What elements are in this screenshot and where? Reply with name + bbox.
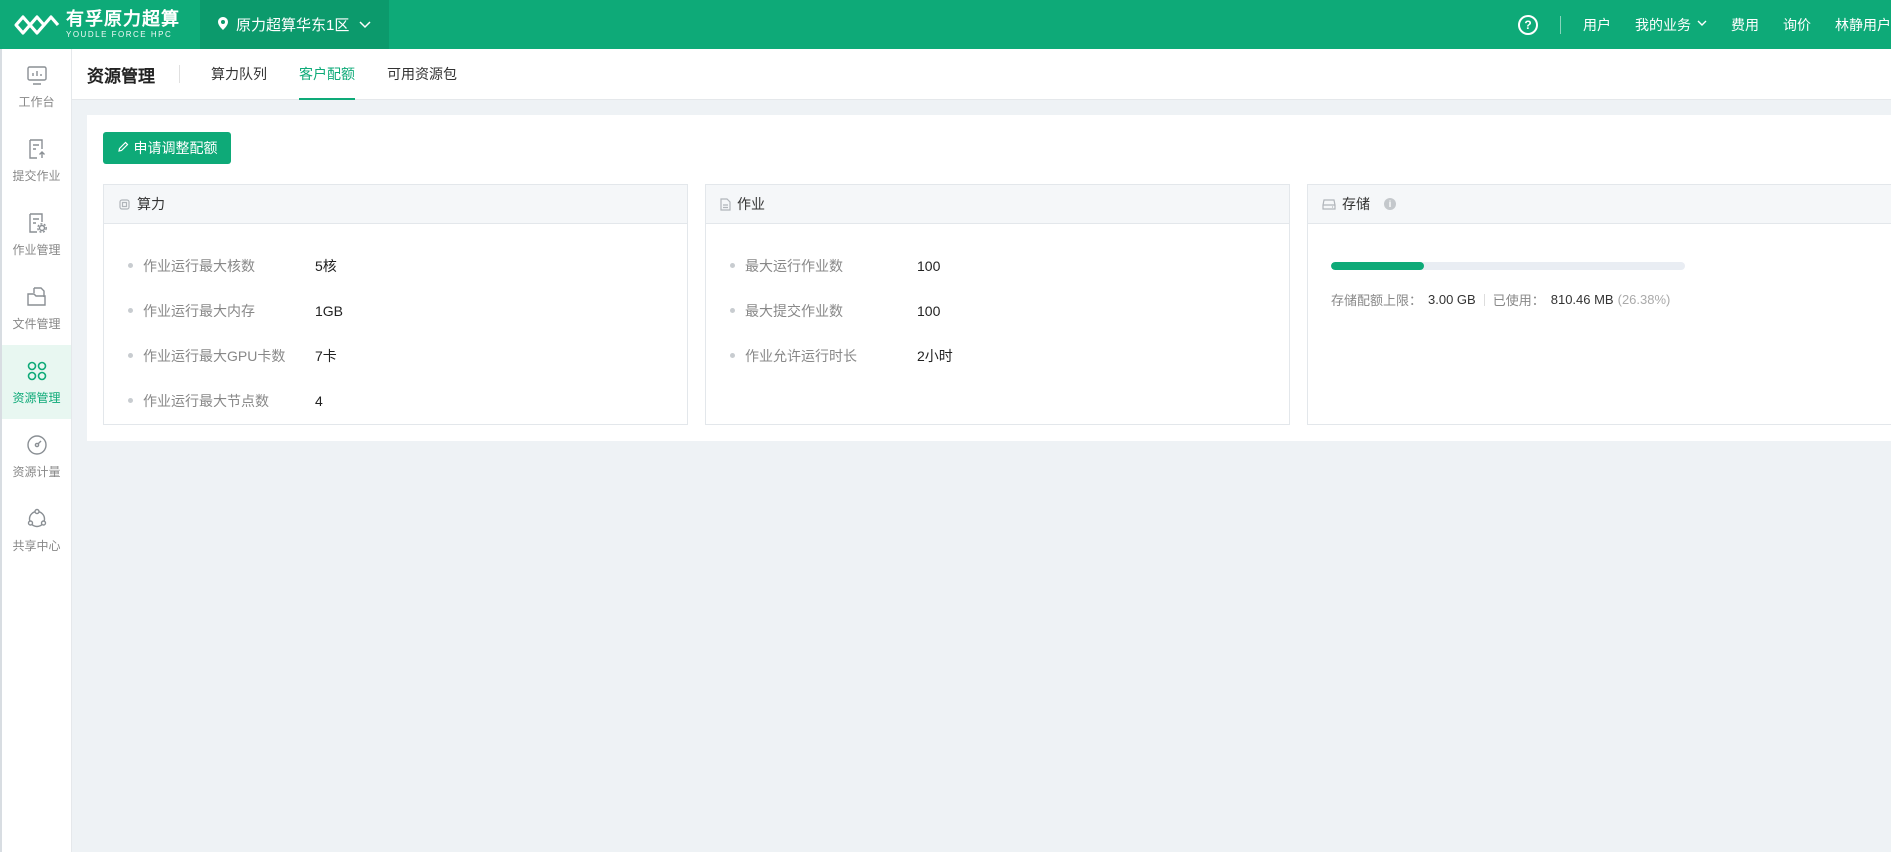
compute-card-header: 算力 — [104, 185, 687, 224]
top-nav-divider — [1560, 15, 1561, 34]
list-item: 作业运行最大核数 5核 — [104, 243, 687, 288]
subnav-divider — [179, 65, 180, 83]
region-label: 原力超算华东1区 — [236, 17, 350, 34]
jobs-card: 作业 最大运行作业数 100 最大提交作业数 100 作业允许运行时长 2小时 — [705, 184, 1290, 425]
storage-used-value: 810.46 MB — [1550, 292, 1614, 307]
top-nav-user[interactable]: 用户 — [1583, 15, 1611, 35]
monitor-chart-icon — [26, 65, 47, 85]
page-title: 资源管理 — [87, 66, 155, 86]
list-item: 最大运行作业数 100 — [706, 243, 1289, 288]
sidebar-item-file-management[interactable]: 文件管理 — [2, 271, 71, 345]
brand-logo-icon — [14, 14, 60, 35]
brand-logo[interactable]: 有孚原力超算 YOUDLE FORCE HPC — [0, 0, 200, 49]
tab-compute-queue[interactable]: 算力队列 — [211, 49, 267, 100]
storage-quota-value: 3.00 GB — [1428, 292, 1476, 307]
top-bar: 有孚原力超算 YOUDLE FORCE HPC 原力超算华东1区 ? 用户 我的… — [0, 0, 1891, 49]
sidebar-item-label: 作业管理 — [12, 242, 61, 257]
top-nav-account[interactable]: 林静用户 — [1835, 15, 1891, 35]
sidebar-item-label: 资源计量 — [12, 464, 61, 479]
compute-card-title: 算力 — [137, 196, 165, 212]
doc-gear-icon — [28, 212, 47, 233]
four-circles-icon — [27, 361, 46, 380]
sidebar: 工作台 提交作业 作业管理 文件管理 资源管理 资源计量 共享中心 — [0, 49, 72, 852]
tab-customer-quota[interactable]: 客户配额 — [299, 49, 355, 100]
region-selector[interactable]: 原力超算华东1区 — [200, 0, 390, 49]
storage-usage-text: 存储配额上限： 3.00 GB 已使用： 810.46 MB (26.38%) — [1331, 290, 1891, 309]
sidebar-item-workbench[interactable]: 工作台 — [2, 49, 71, 123]
location-pin-icon — [218, 16, 228, 33]
storage-card-header: 存储 i — [1308, 185, 1891, 224]
sidebar-item-job-management[interactable]: 作业管理 — [2, 197, 71, 271]
storage-usage-fill — [1331, 262, 1425, 270]
sidebar-item-submit-job[interactable]: 提交作业 — [2, 123, 71, 197]
jobs-card-title: 作业 — [737, 196, 765, 212]
pencil-icon — [117, 141, 129, 156]
list-item: 最大提交作业数 100 — [706, 288, 1289, 333]
compute-card: 算力 作业运行最大核数 5核 作业运行最大内存 1GB 作业运行最大GPU卡数 7卡 … — [103, 184, 688, 425]
top-nav-inquiry[interactable]: 询价 — [1783, 15, 1811, 35]
apply-quota-label: 申请调整配额 — [133, 140, 218, 156]
list-item: 作业运行最大内存 1GB — [104, 288, 687, 333]
storage-card: 存储 i 存储配额上限： 3.00 GB 已使用： 810.46 MB (26.… — [1307, 184, 1891, 425]
question-circle-icon[interactable]: ? — [1518, 14, 1538, 35]
storage-usage-bar — [1331, 262, 1685, 270]
storage-card-title: 存储 — [1342, 196, 1370, 212]
list-item: 作业运行最大GPU卡数 7卡 — [104, 333, 687, 378]
list-item: 作业允许运行时长 2小时 — [706, 333, 1289, 378]
sidebar-item-label: 工作台 — [18, 94, 55, 109]
quota-panel: 申请调整配额 算力 作业运行最大核数 5核 作业运行最大内存 1GB 作业运行最大G… — [87, 115, 1891, 441]
hard-drive-icon — [1322, 198, 1336, 210]
sub-nav: 资源管理 算力队列 客户配额 可用资源包 — [72, 49, 1891, 100]
chevron-down-icon — [359, 16, 371, 33]
upload-doc-icon — [28, 138, 45, 159]
sidebar-item-label: 提交作业 — [12, 168, 61, 183]
share-cycle-icon — [27, 508, 46, 527]
document-icon — [720, 197, 731, 211]
chevron-down-icon — [1697, 19, 1707, 30]
storage-used-label: 已使用： — [1492, 293, 1545, 308]
info-icon[interactable]: i — [1384, 198, 1396, 210]
tab-available-packages[interactable]: 可用资源包 — [387, 49, 457, 100]
storage-used-percent: (26.38%) — [1617, 292, 1671, 307]
apply-quota-button[interactable]: 申请调整配额 — [103, 132, 231, 164]
sidebar-item-label: 文件管理 — [12, 316, 61, 331]
top-nav-my-business[interactable]: 我的业务 — [1635, 15, 1707, 35]
jobs-card-header: 作业 — [706, 185, 1289, 224]
brand-name: 有孚原力超算 — [66, 9, 180, 29]
sidebar-item-resource-metering[interactable]: 资源计量 — [2, 419, 71, 493]
chip-icon — [118, 198, 131, 211]
sidebar-item-label: 资源管理 — [12, 390, 61, 405]
sidebar-item-label: 共享中心 — [12, 538, 61, 553]
brand-subtitle: YOUDLE FORCE HPC — [66, 30, 173, 39]
storage-text-divider — [1483, 293, 1485, 306]
gauge-icon — [26, 434, 47, 455]
storage-quota-label: 存储配额上限： — [1331, 293, 1423, 308]
folder-doc-icon — [26, 286, 46, 306]
sidebar-item-share-center[interactable]: 共享中心 — [2, 493, 71, 567]
top-nav: ? 用户 我的业务 费用 询价 林静用户 — [1518, 0, 1891, 49]
top-nav-fees[interactable]: 费用 — [1731, 15, 1759, 35]
list-item: 作业运行最大节点数 4 — [104, 378, 687, 423]
sidebar-item-resource-management[interactable]: 资源管理 — [2, 345, 71, 419]
